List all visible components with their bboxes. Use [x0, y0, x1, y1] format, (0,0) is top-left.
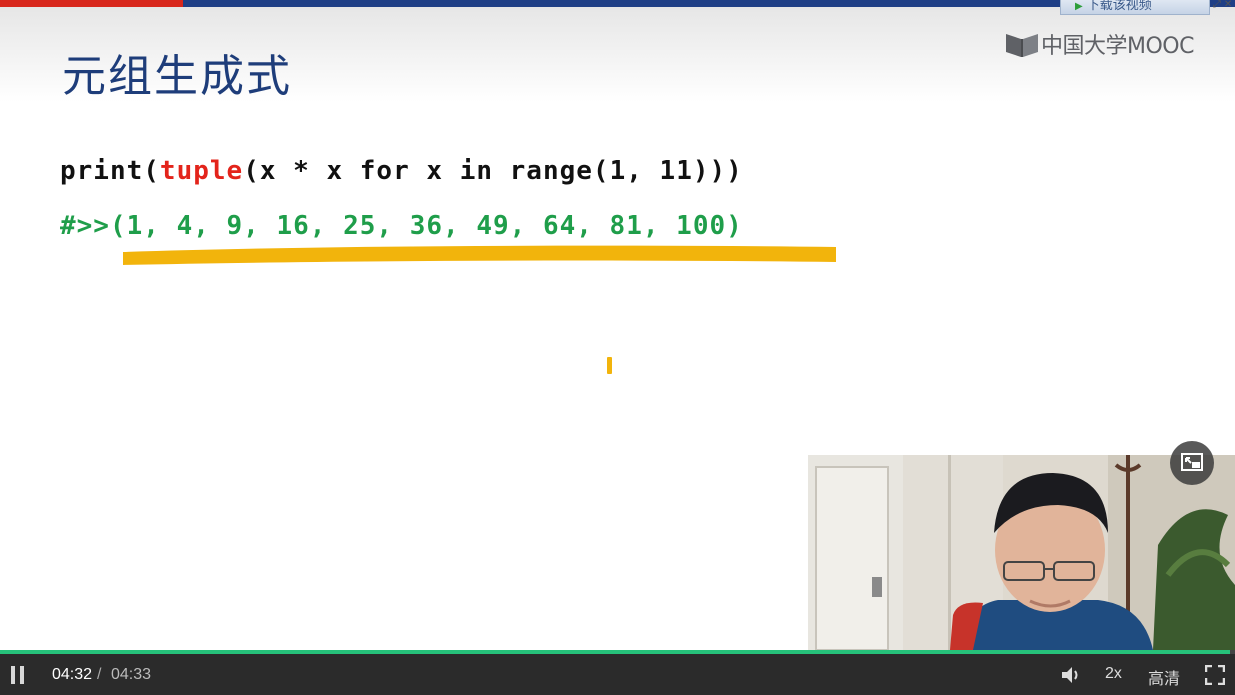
pause-button[interactable]: [10, 666, 26, 684]
total-time: 04:33: [111, 666, 152, 683]
time-separator: /: [97, 666, 102, 683]
picture-in-picture-button[interactable]: [1170, 441, 1214, 485]
playback-speed-button[interactable]: 2x: [1105, 665, 1122, 683]
player-controls: 04:32 / 04:33 2x 高清: [0, 654, 1235, 695]
fullscreen-icon[interactable]: [1205, 665, 1225, 685]
webcam-video[interactable]: [808, 455, 1235, 650]
volume-icon[interactable]: [1060, 665, 1082, 685]
pen-cursor-mark: [607, 357, 612, 374]
current-time: 04:32: [52, 666, 93, 683]
pause-icon: [11, 666, 15, 684]
pause-icon-bar: [20, 666, 24, 684]
quality-button[interactable]: 高清: [1148, 665, 1180, 689]
picture-in-picture-icon: [1181, 453, 1203, 471]
